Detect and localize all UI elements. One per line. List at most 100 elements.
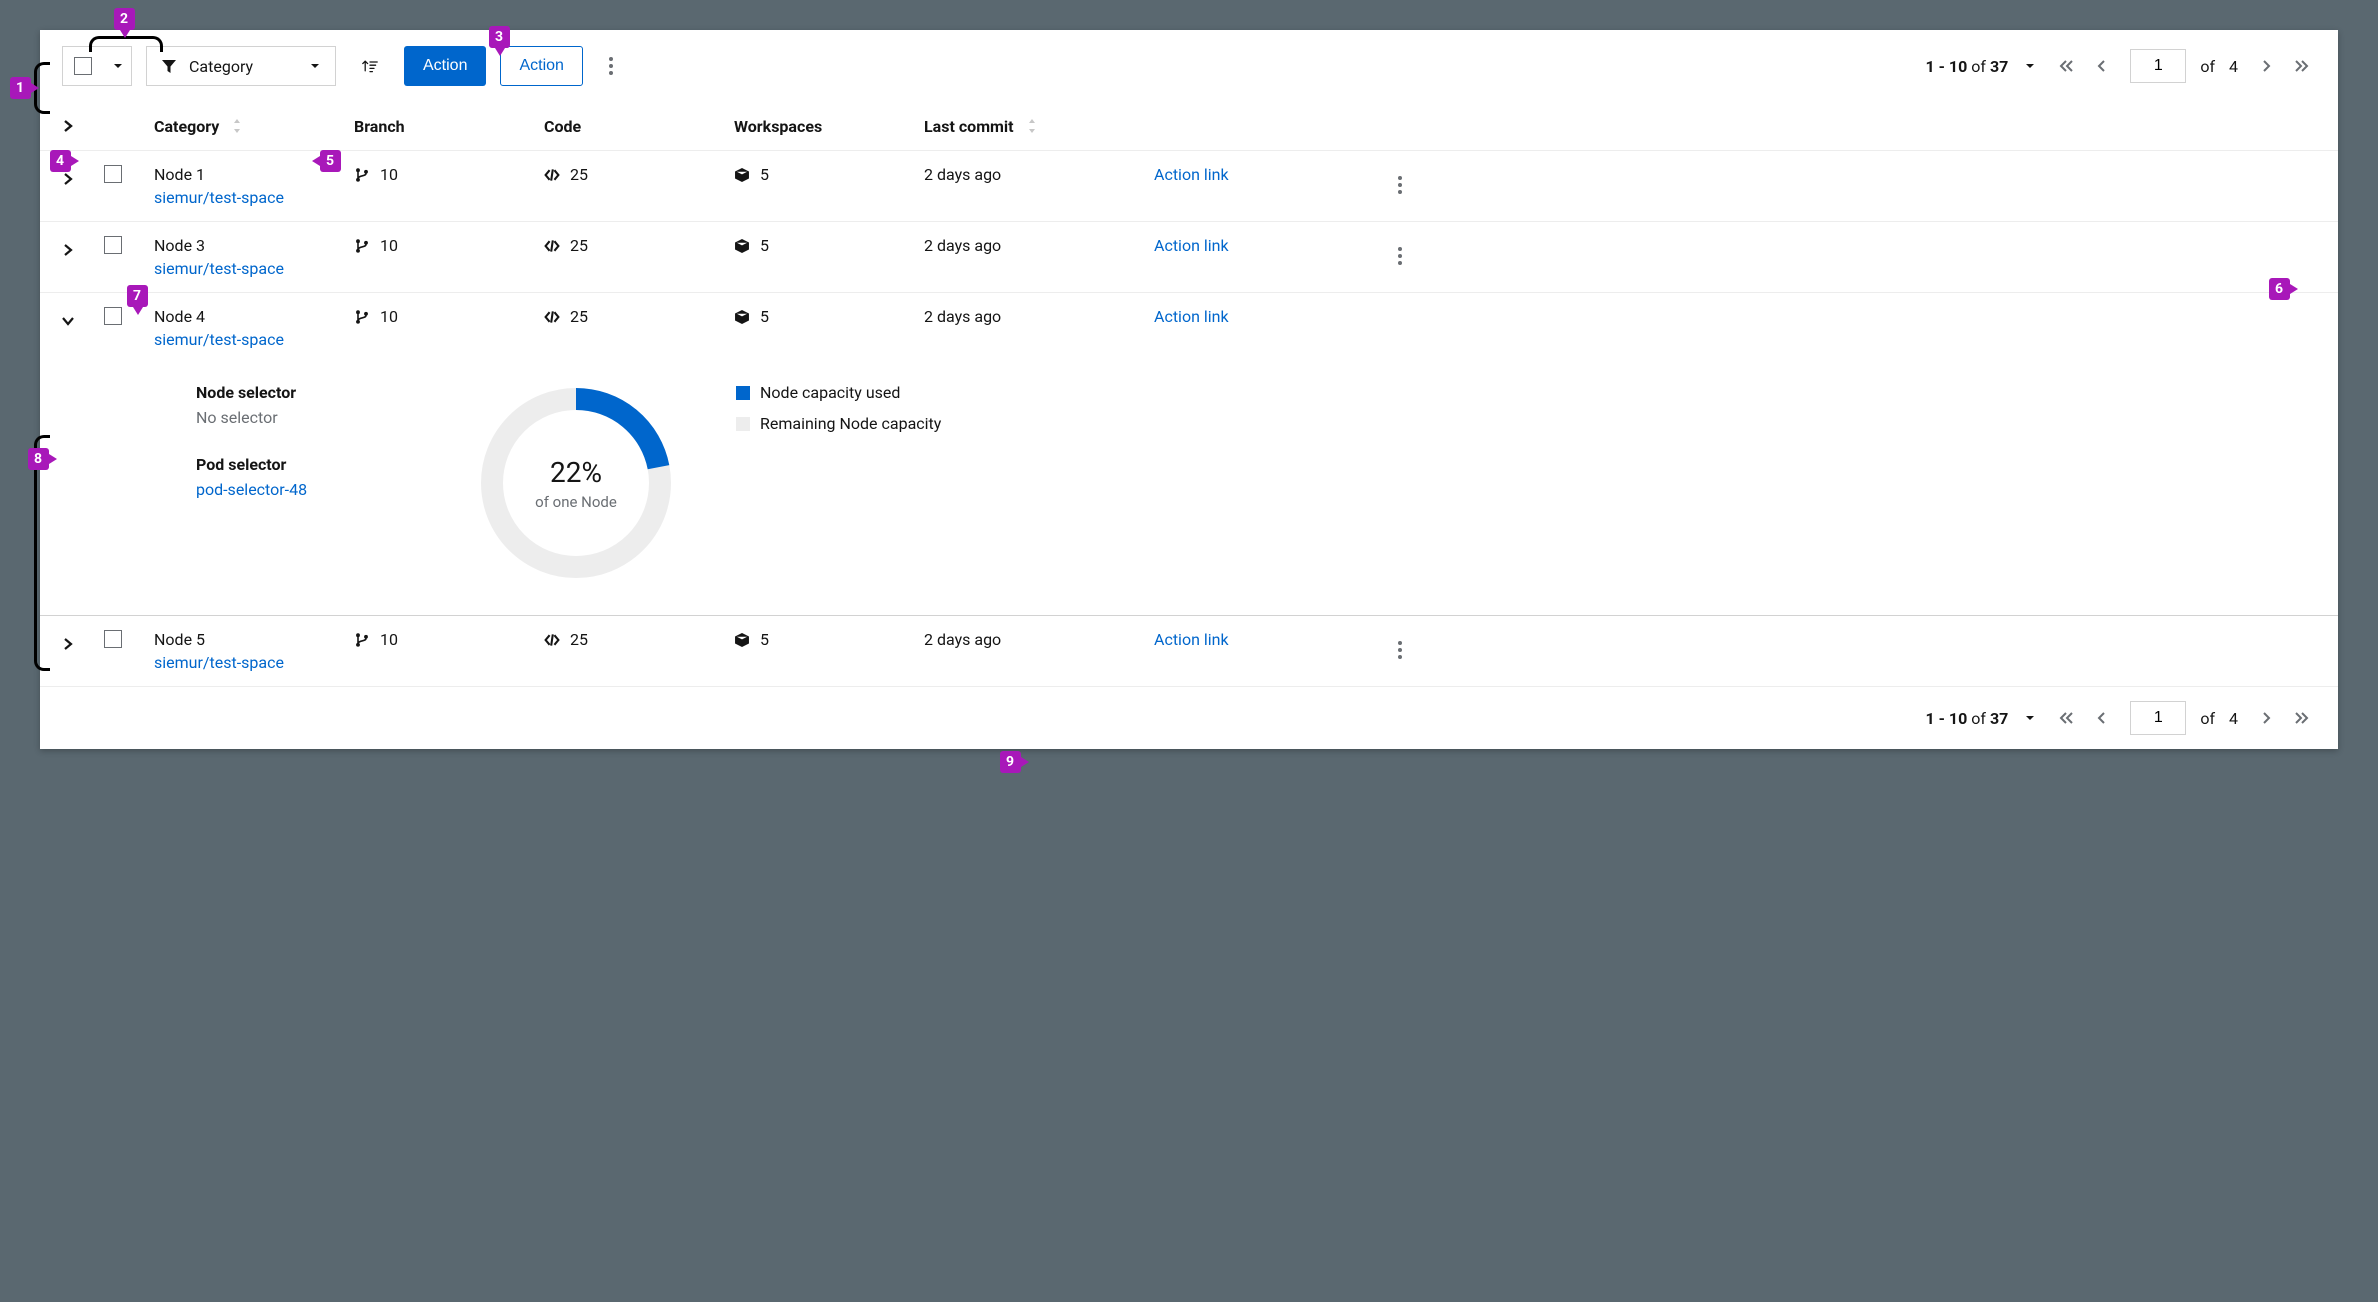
expand-all-toggle[interactable] (54, 112, 82, 140)
row-name: Node 5 (154, 630, 354, 649)
page-next-button[interactable] (2252, 52, 2280, 80)
category-filter[interactable]: Category (146, 46, 336, 86)
col-header-last-commit[interactable]: Last commit (924, 117, 1154, 136)
row-overflow-menu[interactable] (1386, 165, 1414, 205)
cube-icon (734, 167, 750, 183)
page-next-button[interactable] (2252, 704, 2280, 732)
branch-icon (354, 167, 370, 183)
code-icon (544, 309, 560, 325)
annotation-marker-5: 5 (320, 150, 341, 172)
cube-icon (734, 632, 750, 648)
angle-double-left-icon (2058, 710, 2074, 726)
secondary-action-button[interactable]: Action (500, 46, 582, 86)
donut-percent: 22% (550, 456, 602, 489)
page-first-button[interactable] (2052, 52, 2080, 80)
col-header-category[interactable]: Category (154, 117, 354, 136)
row-name: Node 4 (154, 307, 354, 326)
donut-legend: Node capacity used Remaining Node capaci… (736, 383, 941, 433)
annotation-bracket-detail (34, 435, 50, 671)
sort-arrows-icon (229, 118, 245, 134)
angle-right-icon (60, 118, 76, 134)
page-prev-button[interactable] (2088, 52, 2116, 80)
page-number-input[interactable] (2130, 701, 2186, 735)
capacity-donut-chart: 22% of one Node (476, 383, 676, 583)
row-action-link[interactable]: Action link (1154, 165, 1229, 184)
col-header-code: Code (544, 117, 734, 136)
row-last-commit: 2 days ago (924, 630, 1001, 649)
sort-button[interactable] (350, 46, 390, 86)
page-prev-button[interactable] (2088, 704, 2116, 732)
toolbar: Category Action Action 1 - 10 of 37 (40, 30, 2338, 102)
row-expand-toggle[interactable] (54, 236, 82, 264)
row-last-commit: 2 days ago (924, 165, 1001, 184)
angle-right-icon (60, 171, 76, 187)
row-name: Node 3 (154, 236, 354, 255)
row-subspace-link[interactable]: siemur/test-space (154, 259, 354, 278)
angle-left-icon (2094, 710, 2110, 726)
row-subspace-link[interactable]: siemur/test-space (154, 653, 354, 672)
bulk-select-dropdown[interactable] (103, 47, 131, 85)
caret-down-icon (307, 58, 323, 74)
row-overflow-menu[interactable] (1386, 630, 1414, 670)
page-number-input[interactable] (2130, 49, 2186, 83)
angle-right-icon (2258, 58, 2274, 74)
detail-pod-selector-link[interactable]: pod-selector-48 (196, 480, 416, 499)
row-subspace-link[interactable]: siemur/test-space (154, 188, 354, 207)
row-collapse-toggle[interactable] (54, 307, 82, 335)
bulk-select-checkbox[interactable] (74, 57, 92, 75)
row-last-commit: 2 days ago (924, 236, 1001, 255)
table-row: Node 1 siemur/test-space 10 25 5 2 days … (40, 151, 2338, 222)
row-checkbox[interactable] (104, 307, 122, 325)
row-action-link[interactable]: Action link (1154, 630, 1229, 649)
annotation-marker-9: 9 (1000, 751, 1021, 773)
angle-right-icon (60, 242, 76, 258)
row-expand-toggle[interactable] (54, 630, 82, 658)
cube-icon (734, 309, 750, 325)
detail-node-selector-value: No selector (196, 408, 416, 427)
row-checkbox[interactable] (104, 630, 122, 648)
caret-down-icon (2022, 58, 2038, 74)
pagination-range-dropdown[interactable]: 1 - 10 of 37 (1925, 57, 2038, 76)
annotation-marker-4: 4 (50, 150, 71, 172)
category-filter-label: Category (189, 57, 253, 76)
code-icon (544, 167, 560, 183)
sort-icon (362, 58, 378, 74)
row-action-link[interactable]: Action link (1154, 307, 1229, 326)
detail-node-selector-label: Node selector (196, 383, 416, 402)
row-checkbox[interactable] (104, 165, 122, 183)
pagination-top: 1 - 10 of 37 of 4 (1925, 49, 2316, 83)
bulk-select[interactable] (62, 46, 132, 86)
row-overflow-menu[interactable] (1386, 236, 1414, 276)
code-icon (544, 632, 560, 648)
table-row: Node 3 siemur/test-space 10 25 5 2 days … (40, 222, 2338, 293)
caret-down-icon (2022, 710, 2038, 726)
row-last-commit: 2 days ago (924, 307, 1001, 326)
row-checkbox[interactable] (104, 236, 122, 254)
col-header-workspaces: Workspaces (734, 117, 924, 136)
primary-action-button[interactable]: Action (404, 46, 486, 86)
annotation-marker-8: 8 (28, 448, 49, 470)
row-subspace-link[interactable]: siemur/test-space (154, 330, 354, 349)
annotation-marker-1: 1 (10, 77, 31, 99)
code-icon (544, 238, 560, 254)
detail-pod-selector-label: Pod selector (196, 455, 416, 474)
sort-arrows-icon (1024, 118, 1040, 134)
page-last-button[interactable] (2288, 704, 2316, 732)
angle-right-icon (2258, 710, 2274, 726)
pagination-range-dropdown[interactable]: 1 - 10 of 37 (1925, 709, 2038, 728)
row-detail: Node selector No selector Pod selector p… (40, 363, 2338, 616)
filter-icon (161, 58, 177, 74)
branch-icon (354, 238, 370, 254)
table-header: Category Branch Code Workspaces Last com… (40, 102, 2338, 151)
angle-double-left-icon (2058, 58, 2074, 74)
toolbar-overflow-menu[interactable] (597, 46, 625, 86)
page-last-button[interactable] (2288, 52, 2316, 80)
annotation-marker-2: 2 (114, 8, 135, 30)
annotation-marker-3: 3 (489, 26, 510, 48)
page-first-button[interactable] (2052, 704, 2080, 732)
branch-icon (354, 309, 370, 325)
pagination-bottom: 1 - 10 of 37 of 4 (40, 687, 2338, 749)
annotation-bracket-bulk-select (89, 36, 163, 52)
legend-swatch-used (736, 386, 750, 400)
row-action-link[interactable]: Action link (1154, 236, 1229, 255)
